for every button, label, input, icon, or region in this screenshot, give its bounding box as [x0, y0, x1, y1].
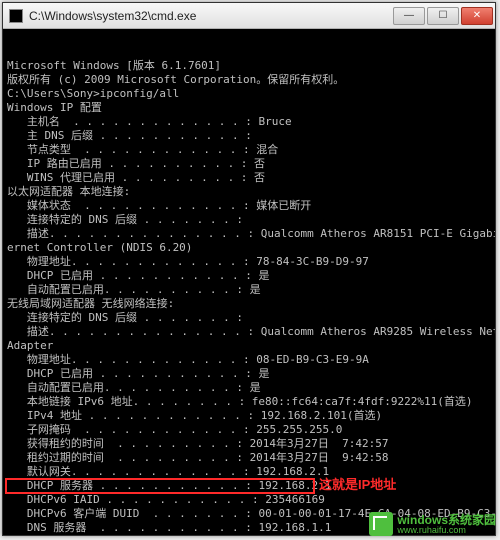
- terminal-line: 以太网适配器 本地连接:: [7, 185, 491, 199]
- terminal-line: 连接特定的 DNS 后缀 . . . . . . . :: [7, 311, 491, 325]
- maximize-button[interactable]: ☐: [427, 7, 459, 25]
- terminal-line: C:\Users\Sony>ipconfig/all: [7, 87, 491, 101]
- terminal-line: DHCP 已启用 . . . . . . . . . . . : 是: [7, 367, 491, 381]
- terminal-line: Adapter: [7, 339, 491, 353]
- terminal-line: DHCP 已启用 . . . . . . . . . . . : 是: [7, 269, 491, 283]
- window-title: C:\Windows\system32\cmd.exe: [29, 9, 393, 23]
- watermark-text: windows系统家园 www.ruhaifu.com: [397, 514, 496, 535]
- terminal-line: Microsoft Windows [版本 6.1.7601]: [7, 59, 491, 73]
- terminal-line: 租约过期的时间 . . . . . . . . . : 2014年3月27日 9…: [7, 451, 491, 465]
- watermark-line2: www.ruhaifu.com: [397, 526, 496, 535]
- terminal-line: 描述. . . . . . . . . . . . . . . : Qualco…: [7, 227, 491, 241]
- terminal-line: 版权所有 (c) 2009 Microsoft Corporation。保留所有…: [7, 73, 491, 87]
- highlight-annotation: 这就是IP地址: [319, 478, 396, 492]
- minimize-button[interactable]: —: [393, 7, 425, 25]
- terminal-line: 描述. . . . . . . . . . . . . . . : Qualco…: [7, 325, 491, 339]
- cmd-window: C:\Windows\system32\cmd.exe — ☐ ✕ Micros…: [2, 2, 496, 536]
- titlebar[interactable]: C:\Windows\system32\cmd.exe — ☐ ✕: [3, 3, 495, 29]
- terminal-line: Windows IP 配置: [7, 101, 491, 115]
- terminal-line: WINS 代理已启用 . . . . . . . . . : 否: [7, 171, 491, 185]
- terminal-line: 子网掩码 . . . . . . . . . . . . : 255.255.2…: [7, 423, 491, 437]
- windows-icon: [369, 512, 393, 536]
- window-controls: — ☐ ✕: [393, 7, 493, 25]
- terminal-lines: Microsoft Windows [版本 6.1.7601]版权所有 (c) …: [7, 59, 491, 535]
- terminal-line: 物理地址. . . . . . . . . . . . . : 78-84-3C…: [7, 255, 491, 269]
- watermark: windows系统家园 www.ruhaifu.com: [369, 512, 496, 536]
- terminal-line: IP 路由已启用 . . . . . . . . . . : 否: [7, 157, 491, 171]
- terminal-line: 主 DNS 后缀 . . . . . . . . . . . :: [7, 129, 491, 143]
- close-button[interactable]: ✕: [461, 7, 493, 25]
- terminal-line: IPv4 地址 . . . . . . . . . . . . : 192.16…: [7, 409, 491, 423]
- terminal-line: 默认网关. . . . . . . . . . . . . : 192.168.…: [7, 465, 491, 479]
- terminal-line: 节点类型 . . . . . . . . . . . . : 混合: [7, 143, 491, 157]
- terminal-line: 本地链接 IPv6 地址. . . . . . . . : fe80::fc64…: [7, 395, 491, 409]
- terminal-line: 主机名 . . . . . . . . . . . . . : Bruce: [7, 115, 491, 129]
- terminal-line: 自动配置已启用. . . . . . . . . . : 是: [7, 381, 491, 395]
- terminal-line: DHCPv6 IAID . . . . . . . . . . . : 2354…: [7, 493, 491, 507]
- terminal-output[interactable]: Microsoft Windows [版本 6.1.7601]版权所有 (c) …: [3, 29, 495, 535]
- terminal-line: DHCP 服务器 . . . . . . . . . . . : 192.168…: [7, 479, 491, 493]
- terminal-line: 获得租约的时间 . . . . . . . . . : 2014年3月27日 7…: [7, 437, 491, 451]
- terminal-line: 物理地址. . . . . . . . . . . . . : 08-ED-B9…: [7, 353, 491, 367]
- terminal-line: ernet Controller (NDIS 6.20): [7, 241, 491, 255]
- terminal-line: 连接特定的 DNS 后缀 . . . . . . . :: [7, 213, 491, 227]
- terminal-line: 自动配置已启用. . . . . . . . . . : 是: [7, 283, 491, 297]
- terminal-line: 无线局域网适配器 无线网络连接:: [7, 297, 491, 311]
- watermark-line1: windows系统家园: [397, 514, 496, 526]
- cmd-icon: [9, 9, 23, 23]
- terminal-line: 媒体状态 . . . . . . . . . . . . : 媒体已断开: [7, 199, 491, 213]
